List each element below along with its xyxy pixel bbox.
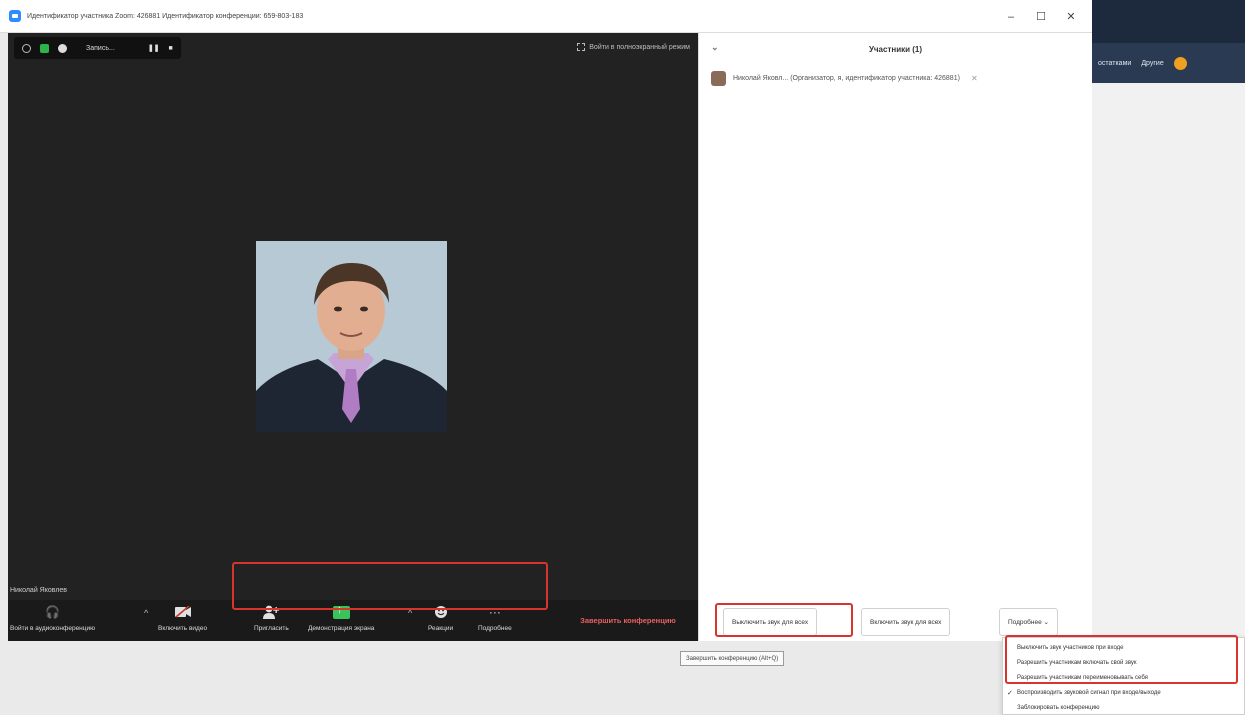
fullscreen-icon — [577, 43, 586, 51]
more-label: Подробнее — [478, 625, 512, 632]
unmute-all-button[interactable]: Включить звук для всех — [861, 608, 951, 636]
fullscreen-label: Войти в полноэкранный режим — [589, 43, 690, 51]
stop-recording-button[interactable]: ■ — [169, 45, 173, 52]
start-video-button[interactable]: Включить видео — [158, 604, 207, 632]
collapse-panel-icon[interactable]: ⌄ — [711, 42, 719, 53]
self-name-label: Николай Яковлев — [10, 587, 68, 594]
screen: остатками Другие Идентификатор участника… — [0, 0, 1245, 715]
toolbar-highlight-annotation — [232, 562, 548, 610]
menu-item-play-chime[interactable]: ✓ Воспроизводить звуковой сигнал при вхо… — [1003, 685, 1245, 701]
minimize-button[interactable]: – — [996, 11, 1026, 23]
close-button[interactable]: ✕ — [1056, 10, 1086, 23]
lock-icon[interactable] — [40, 43, 49, 53]
participants-title: Участники (1) — [868, 44, 923, 54]
checkmark-icon: ✓ — [1007, 690, 1013, 697]
participants-panel: ⌄ Участники (1) Николай Яковл... (Органи… — [698, 33, 1092, 641]
window-controls: – ☐ ✕ — [996, 0, 1086, 33]
end-meeting-tooltip: Завершить конференцию (Alt+Q) — [680, 651, 785, 666]
maximize-button[interactable]: ☐ — [1026, 10, 1056, 23]
meeting-area: Запись... ❚❚ ■ Войти в полноэкранный реж… — [8, 33, 698, 641]
participant-avatar — [711, 71, 726, 86]
fullscreen-button[interactable]: Войти в полноэкранный режим — [577, 43, 690, 51]
participant-name: Николай Яковл... (Организатор, я, иденти… — [733, 75, 960, 82]
audio-options-caret[interactable]: ^ — [144, 608, 148, 618]
panel-more-button[interactable]: Подробнее ⌄ — [999, 608, 1058, 636]
background-window-body — [1092, 83, 1245, 643]
end-meeting-button[interactable]: Завершить конференцию — [558, 600, 698, 641]
info-icon[interactable] — [22, 43, 31, 53]
join-audio-button[interactable]: 🎧 Войти в аудиоконференцию — [10, 604, 95, 632]
menu-item-lock-meeting[interactable]: Заблокировать конференцию — [1003, 700, 1245, 715]
zoom-app-icon — [9, 10, 21, 22]
menu-item-label: Заблокировать конференцию — [1017, 705, 1100, 711]
participant-status-icon: ✕ — [970, 74, 978, 83]
participant-photo — [256, 241, 447, 432]
window-titlebar: Идентификатор участника Zoom: 426881 Иде… — [0, 0, 1092, 33]
share-screen-label: Демонстрация экрана — [308, 625, 375, 632]
headphones-icon: 🎧 — [45, 605, 60, 619]
window-title: Идентификатор участника Zoom: 426881 Иде… — [27, 12, 304, 20]
menu-highlight-annotation — [1005, 635, 1238, 684]
background-window-tabs — [1092, 0, 1245, 43]
menu-item-label: Воспроизводить звуковой сигнал при входе… — [1017, 690, 1161, 696]
participant-video — [256, 241, 447, 432]
join-audio-label: Войти в аудиоконференцию — [10, 625, 96, 632]
mute-all-highlight-annotation — [715, 603, 853, 637]
recording-label: Запись... — [86, 44, 115, 52]
background-window-bookmarks: остатками Другие — [1092, 43, 1245, 83]
pause-recording-button[interactable]: ❚❚ — [148, 44, 160, 52]
start-video-label: Включить видео — [158, 625, 208, 632]
record-icon — [58, 43, 67, 53]
background-text-2: Другие — [1141, 59, 1164, 67]
video-off-icon — [174, 604, 191, 620]
background-avatar-icon — [1173, 56, 1187, 70]
participant-row[interactable]: Николай Яковл... (Организатор, я, иденти… — [699, 65, 1092, 92]
meeting-info-bar: Запись... ❚❚ ■ — [14, 37, 181, 59]
background-text: остатками — [1098, 59, 1132, 67]
participants-header: ⌄ Участники (1) — [699, 33, 1092, 65]
reactions-label: Реакции — [428, 625, 454, 632]
invite-label: Пригласить — [254, 625, 289, 632]
